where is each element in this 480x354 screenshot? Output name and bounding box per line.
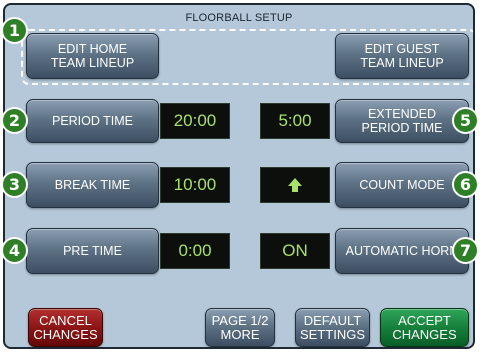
cancel-label-line2: CHANGES <box>33 326 98 342</box>
period-time-display: 20:00 <box>160 103 230 139</box>
accept-label-line2: CHANGES <box>392 326 457 342</box>
badge-3: 3 <box>1 171 28 198</box>
extended-period-label-line1: EXTENDED <box>367 107 437 121</box>
edit-home-lineup-button[interactable]: EDIT HOME TEAM LINEUP <box>26 33 159 79</box>
default-label-line1: DEFAULT <box>303 312 362 328</box>
break-time-display: 10:00 <box>160 167 230 203</box>
screen-title: FLOORBALL SETUP <box>185 12 293 24</box>
page-label-line2: MORE <box>220 326 260 342</box>
cancel-label-line1: CANCEL <box>39 312 92 328</box>
badge-5: 5 <box>452 107 479 134</box>
period-time-button[interactable]: PERIOD TIME <box>26 99 159 143</box>
badge-1: 1 <box>1 17 28 44</box>
break-time-label: BREAK TIME <box>54 178 131 192</box>
accept-changes-button[interactable]: ACCEPT CHANGES <box>380 308 469 347</box>
extended-period-label-line2: PERIOD TIME <box>361 121 443 135</box>
edit-guest-label-line1: EDIT GUEST <box>364 42 440 56</box>
count-mode-label: COUNT MODE <box>359 178 445 192</box>
cancel-changes-button[interactable]: CANCEL CHANGES <box>28 308 103 347</box>
edit-guest-lineup-button[interactable]: EDIT GUEST TEAM LINEUP <box>335 33 469 79</box>
extended-period-time-display: 5:00 <box>260 103 330 139</box>
automatic-horn-label: AUTOMATIC HORN <box>345 244 459 258</box>
badge-6: 6 <box>452 171 479 198</box>
badge-7: 7 <box>452 237 479 264</box>
automatic-horn-button[interactable]: AUTOMATIC HORN <box>335 228 469 274</box>
badge-4: 4 <box>1 237 28 264</box>
break-time-button[interactable]: BREAK TIME <box>26 162 159 208</box>
count-mode-button[interactable]: COUNT MODE <box>335 162 469 208</box>
edit-home-label-line2: TEAM LINEUP <box>50 56 135 70</box>
page-label-line1: PAGE 1/2 <box>211 312 269 328</box>
automatic-horn-display: ON <box>260 233 330 269</box>
badge-2: 2 <box>1 107 28 134</box>
setup-screen: FLOORBALL SETUP EDIT HOME TEAM LINEUP ED… <box>3 3 475 349</box>
default-label-line2: SETTINGS <box>299 326 365 342</box>
accept-label-line1: ACCEPT <box>398 312 451 328</box>
pre-time-label: PRE TIME <box>63 244 122 258</box>
default-settings-button[interactable]: DEFAULT SETTINGS <box>295 308 370 347</box>
up-arrow-icon <box>288 178 302 192</box>
pre-time-button[interactable]: PRE TIME <box>26 228 159 274</box>
edit-guest-label-line2: TEAM LINEUP <box>360 56 444 70</box>
period-time-label: PERIOD TIME <box>51 114 134 128</box>
page-more-button[interactable]: PAGE 1/2 MORE <box>205 308 275 347</box>
extended-period-time-button[interactable]: EXTENDED PERIOD TIME <box>335 99 469 143</box>
edit-home-label-line1: EDIT HOME <box>57 42 128 56</box>
count-mode-display <box>260 167 330 203</box>
pre-time-display: 0:00 <box>160 233 230 269</box>
